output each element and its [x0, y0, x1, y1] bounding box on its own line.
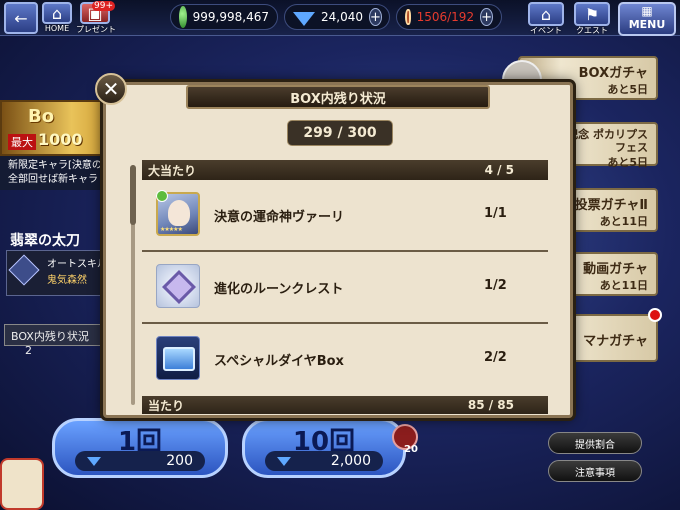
- sword-icon: [8, 254, 40, 286]
- scrollbar-thumb[interactable]: [130, 165, 136, 225]
- weapon-effect: 鬼気森然: [47, 275, 87, 286]
- event-icon: ⌂: [540, 4, 552, 24]
- draw-10-button[interactable]: 10回 2,000: [242, 418, 406, 478]
- item-name: 進化のルーンクレスト: [214, 282, 344, 297]
- diamond-box-icon: [156, 336, 200, 380]
- banner-amount: 1000: [38, 130, 83, 149]
- notes-button[interactable]: 注意事項: [548, 460, 642, 482]
- home-button[interactable]: ⌂: [42, 2, 72, 24]
- draw-1-cost: 200: [75, 451, 205, 471]
- list-item: ★★★★★ 決意の運命神ヴァーリ 1/1: [142, 180, 548, 252]
- diamond-icon: [293, 12, 315, 26]
- banner-title: Bo: [28, 106, 55, 127]
- element-leaf-icon: [156, 190, 168, 202]
- gold-display: 999,998,467: [170, 4, 278, 30]
- present-badge: 99+: [92, 1, 115, 11]
- coin-icon: [179, 6, 187, 28]
- gem-amount: 24,040: [321, 10, 363, 24]
- close-icon: ✕: [102, 77, 120, 101]
- notification-dot: [648, 308, 662, 322]
- section-count: 4 / 5: [484, 163, 514, 177]
- home-label: HOME: [44, 24, 70, 33]
- stamina-amount: 1506/192: [416, 10, 475, 24]
- draw-1-cost-value: 200: [166, 453, 193, 469]
- add-stamina-button[interactable]: +: [480, 8, 493, 26]
- item-qty: 1/2: [484, 278, 507, 293]
- info-line-2: 全部回せば新キャラ: [8, 174, 98, 185]
- dialog-title: BOX内残り状況: [186, 85, 490, 109]
- back-arrow-icon: ←: [14, 8, 28, 28]
- home-icon: ⌂: [51, 3, 63, 23]
- add-gems-button[interactable]: +: [369, 8, 382, 26]
- campaign-info: 新限定キャラ[決意の 全部回せば新キャラ: [0, 156, 120, 190]
- box-status-label: BOX内残り状況: [11, 330, 89, 343]
- draw-10-badge: 20: [404, 444, 418, 455]
- grid-icon: ▦: [641, 4, 653, 18]
- weapon-name: 翡翠の太刀: [10, 233, 80, 249]
- list-item: スペシャルダイヤBox 2/2: [142, 324, 548, 396]
- gem-display: 24,040 +: [284, 4, 390, 30]
- rarity-stars-icon: ★★★★★: [160, 226, 183, 233]
- gacha-title: BOXガチャ: [578, 66, 648, 81]
- draw-10-cost-value: 2,000: [330, 453, 371, 469]
- gold-amount: 999,998,467: [192, 10, 269, 24]
- menu-label: MENU: [628, 18, 666, 31]
- list-item: 進化のルーンクレスト 1/2: [142, 252, 548, 324]
- item-qty: 1/1: [484, 206, 507, 221]
- character-portrait-icon: ★★★★★: [156, 190, 200, 236]
- section-header-hits: 当たり 85 / 85: [142, 396, 548, 414]
- draw-1-button[interactable]: 1回 200: [52, 418, 228, 478]
- weapon-skill-box: オートスキル 鬼気森然: [6, 250, 114, 296]
- diamond-icon: [87, 456, 101, 466]
- campaign-banner[interactable]: Bo 最大 1000: [0, 100, 120, 156]
- box-status-suffix: 2: [25, 344, 32, 357]
- section-label: 大当たり: [148, 163, 197, 178]
- weapon-skill-label: オートスキル: [47, 259, 107, 270]
- quest-label: クエスト: [576, 26, 608, 35]
- mascot-icon[interactable]: [0, 458, 44, 510]
- item-name: スペシャルダイヤBox: [214, 354, 344, 369]
- menu-button[interactable]: ▦ MENU: [618, 2, 676, 36]
- box-status-button[interactable]: BOX内残り状況 2: [4, 324, 116, 357]
- rune-crest-icon: [156, 264, 200, 308]
- present-label: プレゼント: [76, 25, 116, 34]
- item-qty: 2/2: [484, 350, 507, 365]
- diamond-icon: [277, 456, 291, 466]
- event-label: イベント: [530, 26, 562, 35]
- quest-flag-icon: ⚑: [584, 4, 600, 24]
- close-button[interactable]: ✕: [95, 73, 127, 105]
- rate-button[interactable]: 提供割合: [548, 432, 642, 454]
- draw-10-cost: 2,000: [265, 451, 383, 471]
- item-name: 決意の運命神ヴァーリ: [214, 210, 345, 225]
- quest-button[interactable]: ⚑: [574, 2, 610, 26]
- info-line-1: 新限定キャラ[決意の: [8, 160, 102, 171]
- stamina-display: 1506/192 +: [396, 4, 502, 30]
- banner-max-label: 最大: [8, 134, 36, 150]
- section-count: 85 / 85: [467, 398, 514, 412]
- back-button[interactable]: ←: [4, 2, 38, 34]
- section-label: 当たり: [148, 398, 185, 413]
- section-header-jackpot: 大当たり 4 / 5: [142, 160, 548, 180]
- meat-icon: [405, 9, 411, 25]
- box-remaining-counter: 299 / 300: [287, 120, 393, 146]
- event-button[interactable]: ⌂: [528, 2, 564, 26]
